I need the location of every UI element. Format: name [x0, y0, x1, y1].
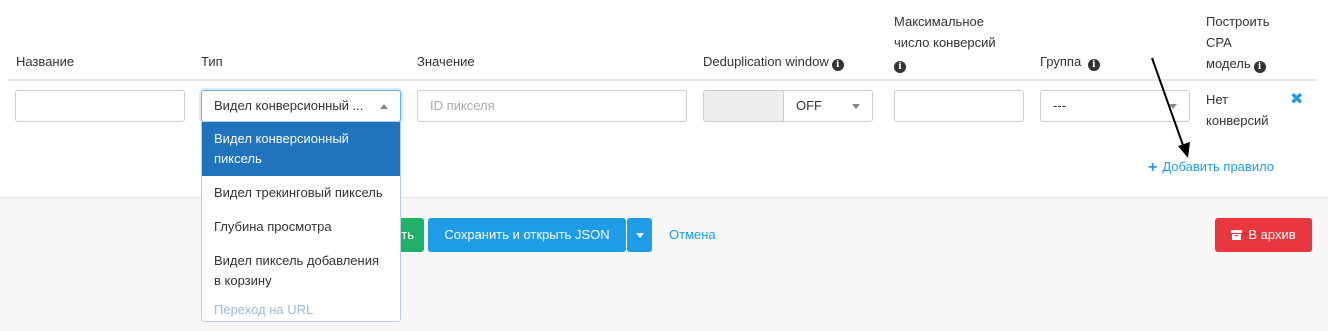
arrow-annotation [1151, 57, 1190, 158]
